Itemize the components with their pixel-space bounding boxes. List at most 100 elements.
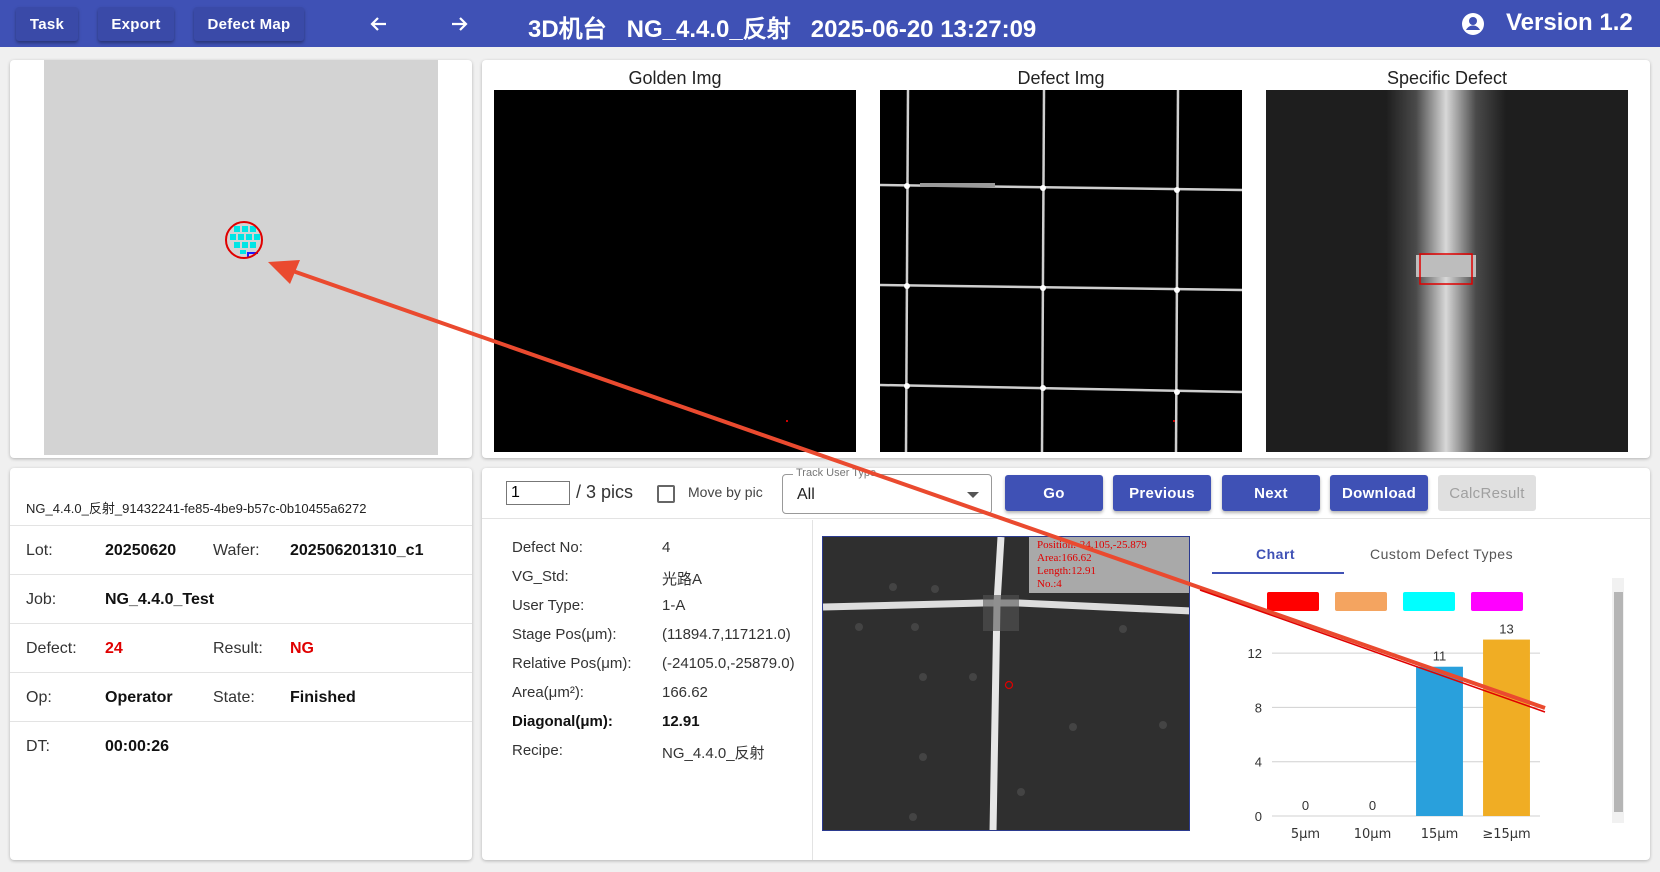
detail-label: Stage Pos(μm): [512, 626, 617, 643]
detail-value: 光路A [662, 571, 703, 588]
op-value: Operator [105, 689, 173, 706]
result-value: NG [290, 640, 314, 657]
defect-img-title: Defect Img [1017, 68, 1105, 88]
detail-label: Defect No: [512, 539, 583, 556]
op-label: Op: [26, 689, 52, 706]
tab-chart[interactable]: Chart [1256, 546, 1295, 562]
defect-detail-panel: / 3 pics Move by pic Track User Type All… [482, 468, 1650, 860]
tab-custom-defect-types[interactable]: Custom Defect Types [1370, 546, 1513, 562]
track-user-type-select[interactable]: Track User Type All [782, 468, 992, 514]
golden-img-title: Golden Img [628, 68, 722, 88]
wafer-map-panel [10, 60, 472, 458]
job-label: Job: [26, 591, 57, 608]
defect-cluster-marker [225, 221, 263, 259]
dt-value: 00:00:26 [105, 738, 170, 755]
page-number-input[interactable] [506, 481, 570, 505]
specific-defect-title: Specific Defect [1386, 68, 1508, 88]
defect-label: Defect: [26, 640, 77, 657]
active-tab-indicator [1212, 572, 1344, 574]
overlay-number: No.:4 [1037, 578, 1062, 590]
legend-swatch-red [1267, 592, 1319, 611]
back-arrow-icon[interactable] [363, 8, 395, 40]
detail-value: (-24105.0,-25879.0) [662, 655, 795, 672]
calc-result-button[interactable]: CalcResult [1438, 475, 1536, 511]
task-button[interactable]: Task [16, 7, 78, 41]
x-tick-label: 15μm [1421, 827, 1458, 842]
bar-value-label: 0 [1369, 798, 1376, 813]
detail-label: VG_Std: [512, 568, 569, 585]
y-tick-label: 0 [1255, 809, 1262, 824]
top-app-bar: Task Export Defect Map 3D机台 NG_4.4.0_反射 … [0, 0, 1660, 47]
golden-image[interactable] [494, 90, 856, 452]
move-by-pic-label: Move by pic [688, 484, 763, 500]
images-panel: Golden Img Defect Img Specific Defect [482, 60, 1650, 458]
wafer-map[interactable] [44, 60, 438, 455]
info-row-job: Job: NG_4.4.0_Test [10, 574, 472, 623]
x-tick-label: 5μm [1291, 827, 1320, 842]
y-tick-label: 8 [1255, 700, 1262, 715]
detail-value: NG_4.4.0_反射 [662, 745, 765, 762]
go-button[interactable]: Go [1005, 475, 1103, 511]
next-button[interactable]: Next [1222, 475, 1320, 511]
scrollbar-thumb[interactable] [1614, 592, 1623, 812]
divider [482, 518, 1650, 519]
dt-label: DT: [26, 738, 50, 755]
divider-vertical [812, 520, 813, 860]
x-tick-label: 10μm [1354, 827, 1391, 842]
detail-label: Diagonal(μm): [512, 713, 613, 730]
detail-label: Recipe: [512, 742, 563, 759]
wafer-label: Wafer: [213, 542, 260, 559]
bar-value-label: 0 [1302, 798, 1309, 813]
page-title: 3D机台 NG_4.4.0_反射 2025-06-20 13:27:09 [528, 16, 1037, 43]
bar-value-label: 13 [1499, 622, 1513, 637]
job-value: NG_4.4.0_Test [105, 591, 215, 608]
legend-swatch-magenta [1471, 592, 1523, 611]
defect-map-button[interactable]: Defect Map [194, 7, 304, 41]
move-by-pic-checkbox[interactable] [657, 485, 675, 503]
defect-image[interactable] [880, 90, 1242, 452]
detail-label: Relative Pos(μm): [512, 655, 632, 672]
previous-button[interactable]: Previous [1113, 475, 1211, 511]
info-row-defect: Defect: 24 Result: NG [10, 623, 472, 672]
info-row-dt: DT: 00:00:26 [10, 721, 472, 770]
bar [1483, 639, 1530, 816]
lot-label: Lot: [26, 542, 53, 559]
state-value: Finished [290, 689, 356, 706]
overlay-position: Position:-24.105,-25.879 [1037, 539, 1147, 551]
detail-label: Area(μm²): [512, 684, 584, 701]
result-label: Result: [213, 640, 263, 657]
defect-detail-list: Defect No: 4 VG_Std: 光路A User Type: 1-A … [482, 520, 812, 860]
detail-value: (11894.7,117121.0) [662, 626, 791, 643]
defect-size-chart: 0 4 8 12 0 5μm 0 10μm 11 15μm 13 ≥15μm [1248, 622, 1540, 842]
info-row-lot: Lot: 20250620 Wafer: 202506201310_c1 [10, 525, 472, 574]
y-tick-label: 4 [1255, 755, 1262, 770]
result-id: NG_4.4.0_反射_91432241-fe85-4be9-b57c-0b10… [26, 501, 367, 516]
wafer-info-panel: NG_4.4.0_反射_91432241-fe85-4be9-b57c-0b10… [10, 468, 472, 860]
legend-swatch-orange [1335, 592, 1387, 611]
info-row-op: Op: Operator State: Finished [10, 672, 472, 721]
state-label: State: [213, 689, 255, 706]
download-button[interactable]: Download [1330, 475, 1428, 511]
track-user-type-value: All [797, 486, 815, 503]
pics-total: / 3 pics [576, 482, 634, 502]
bar [1416, 666, 1463, 816]
defect-detail-image[interactable]: Position:-24.105,-25.879 Area:166.62 Len… [822, 536, 1190, 831]
specific-defect-image[interactable] [1266, 90, 1628, 452]
chart-scrollbar[interactable] [1612, 578, 1624, 823]
detail-value: 12.91 [662, 713, 700, 730]
caret-down-icon [967, 492, 979, 498]
track-user-type-label: Track User Type [793, 468, 880, 479]
lot-value: 20250620 [105, 542, 177, 559]
detail-value: 4 [662, 539, 671, 556]
bar-value-label: 11 [1433, 649, 1447, 664]
detail-value: 1-A [662, 597, 686, 614]
forward-arrow-icon[interactable] [443, 8, 475, 40]
detail-value: 166.62 [662, 684, 708, 701]
version-label: Version 1.2 [1506, 9, 1633, 36]
export-button[interactable]: Export [98, 7, 174, 41]
account-icon[interactable] [1460, 11, 1486, 37]
wafer-value: 202506201310_c1 [290, 542, 424, 559]
defect-count: 24 [105, 640, 123, 657]
detail-label: User Type: [512, 597, 585, 614]
legend-swatch-cyan [1403, 592, 1455, 611]
